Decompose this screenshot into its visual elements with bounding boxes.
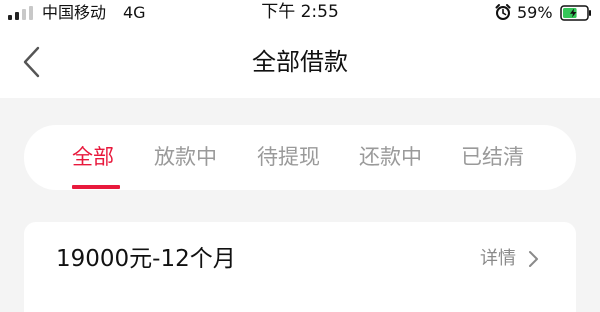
loan-title: 19000元-12个月 bbox=[56, 246, 236, 272]
battery-icon bbox=[560, 5, 591, 21]
status-bar: 中国移动 4G 下午 2:55 59% bbox=[0, 0, 600, 26]
battery-percentage: 59% bbox=[517, 3, 553, 22]
tab-disbursing[interactable]: 放款中 bbox=[154, 125, 217, 190]
details-label: 详情 bbox=[480, 248, 516, 269]
page-title: 全部借款 bbox=[252, 48, 348, 76]
active-tab-indicator bbox=[72, 185, 120, 189]
tab-pending-withdrawal[interactable]: 待提现 bbox=[257, 125, 320, 190]
tab-settled[interactable]: 已结清 bbox=[461, 125, 524, 190]
tab-repaying[interactable]: 还款中 bbox=[359, 125, 422, 190]
tab-bar: 全部 放款中 待提现 还款中 已结清 bbox=[24, 125, 576, 190]
tab-all[interactable]: 全部 bbox=[72, 125, 114, 190]
loan-card[interactable]: 19000元-12个月 详情 bbox=[24, 222, 576, 312]
alarm-icon bbox=[495, 4, 511, 20]
details-link[interactable]: 详情 bbox=[480, 244, 540, 274]
nav-bar: 全部借款 bbox=[0, 26, 600, 98]
chevron-right-icon bbox=[528, 251, 538, 267]
